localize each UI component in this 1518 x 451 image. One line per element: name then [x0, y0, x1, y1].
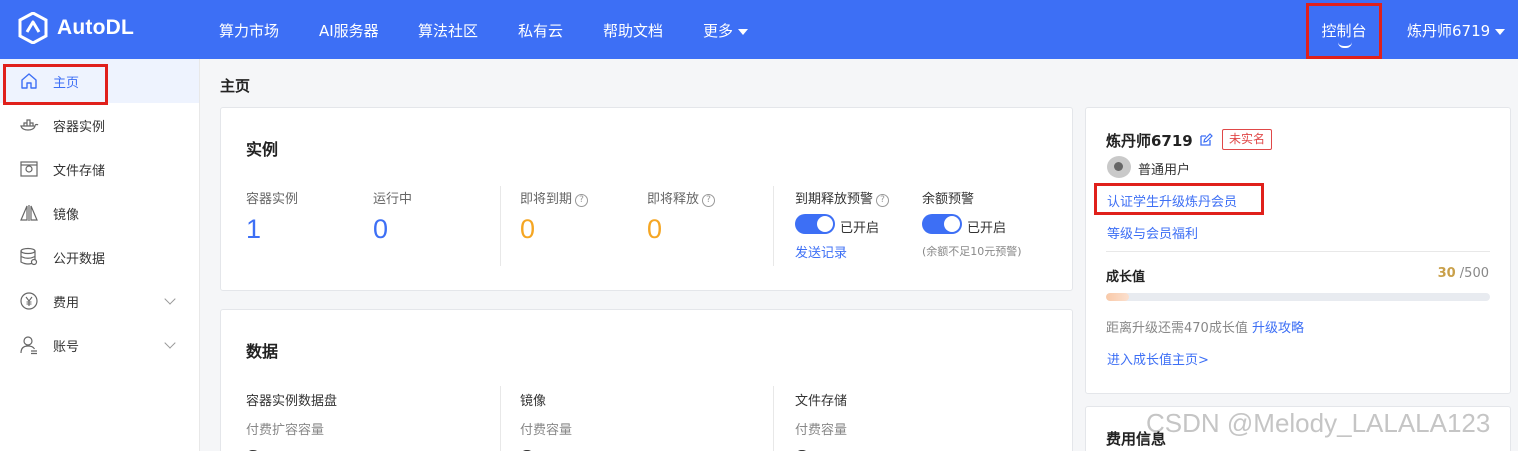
- page-title: 主页: [220, 77, 251, 95]
- yen-icon: [20, 292, 38, 310]
- nav-compute-market[interactable]: 算力市场: [219, 20, 279, 41]
- console-active-indicator-icon: [1338, 42, 1352, 48]
- instances-card: 实例 容器实例 1 运行中 0 即将到期? 0 即将释放? 0 到期释放预警? …: [220, 107, 1073, 291]
- sidebar-item-mirror[interactable]: 镜像: [0, 191, 199, 235]
- growth-current: 30: [1437, 266, 1456, 281]
- sidebar-item-file-storage[interactable]: 文件存储: [0, 147, 199, 191]
- release-alert-toggle[interactable]: [795, 214, 835, 234]
- mirror-icon: [20, 205, 38, 221]
- expiring-count-value[interactable]: 0: [520, 214, 535, 245]
- release-alert-label: 到期释放预警?: [795, 188, 890, 207]
- edit-icon[interactable]: [1199, 133, 1213, 147]
- sidebar-item-account[interactable]: 账号: [0, 323, 199, 367]
- watermark-text: CSDN @Melody_LALALA123: [1146, 408, 1491, 438]
- growth-home-link[interactable]: 进入成长值主页>: [1107, 349, 1209, 368]
- sidebar-item-label: 公开数据: [53, 251, 106, 267]
- divider: [773, 386, 774, 451]
- balance-alert-toggle[interactable]: [922, 214, 962, 234]
- data-card-title: 数据: [246, 342, 279, 361]
- user-level-avatar-icon: [1107, 156, 1131, 178]
- upgrade-guide-link[interactable]: 升级攻略: [1252, 321, 1304, 336]
- release-alert-state: 已开启: [840, 221, 880, 236]
- container-icon: [20, 119, 39, 131]
- caret-down-icon: [1495, 28, 1506, 35]
- sidebar-item-label: 文件存储: [53, 163, 106, 179]
- level-benefits-link[interactable]: 等级与会员福利: [1107, 223, 1198, 242]
- send-log-link[interactable]: 发送记录: [795, 242, 847, 261]
- autodl-logo[interactable]: AutoDL: [18, 12, 134, 44]
- sidebar-item-containers[interactable]: 容器实例: [0, 103, 199, 147]
- running-count-label: 运行中: [373, 192, 413, 207]
- data-card: 数据 容器实例数据盘 付费扩容容量 镜像 付费容量 文件存储 付费容量: [220, 309, 1073, 451]
- user-menu-dropdown[interactable]: 炼丹师6719: [1407, 20, 1506, 41]
- disk-label: 容器实例数据盘: [246, 394, 338, 409]
- releasing-label-text: 即将释放: [647, 192, 700, 207]
- running-count-value[interactable]: 0: [373, 214, 388, 245]
- expiring-label-text: 即将到期: [520, 192, 573, 207]
- balance-alert-state: 已开启: [967, 221, 1007, 236]
- growth-value: 30 /500: [1438, 266, 1489, 281]
- highlight-box-home: [3, 64, 108, 105]
- question-circle-icon[interactable]: ?: [575, 194, 589, 207]
- disk-sub-label: 付费扩容容量: [246, 423, 325, 438]
- upgrade-hint: 距离升级还需470成长值 升级攻略: [1106, 317, 1304, 336]
- upgrade-hint-text: 距离升级还需470成长值: [1106, 321, 1248, 336]
- caret-down-icon: [738, 28, 749, 35]
- balance-alert-note: (余额不足10元预警): [922, 245, 1022, 258]
- console-label: 控制台: [1321, 22, 1367, 40]
- nav-more-label: 更多: [703, 22, 734, 40]
- unverified-badge[interactable]: 未实名: [1222, 129, 1273, 150]
- top-navigation-bar: AutoDL 算力市场 AI服务器 算法社区 私有云 帮助文档 更多 控制台 炼…: [0, 0, 1518, 59]
- sidebar-item-label: 费用: [53, 295, 80, 311]
- chevron-down-icon: [164, 337, 176, 349]
- console-button[interactable]: 控制台: [1306, 3, 1382, 59]
- highlight-box-student-link: [1094, 183, 1264, 215]
- nav-help-docs[interactable]: 帮助文档: [603, 20, 663, 41]
- chevron-down-icon: [164, 293, 176, 305]
- releasing-count-value[interactable]: 0: [647, 214, 662, 245]
- autodl-logo-icon: [18, 12, 48, 44]
- nav-ai-server[interactable]: AI服务器: [319, 20, 379, 41]
- sidebar-item-label: 容器实例: [53, 119, 106, 135]
- divider: [500, 386, 501, 451]
- nav-more-dropdown[interactable]: 更多: [703, 20, 749, 41]
- sidebar-item-label: 账号: [53, 339, 80, 355]
- divider: [500, 186, 501, 266]
- storage-icon: [20, 161, 38, 177]
- mirror-sub-label: 付费容量: [520, 423, 573, 438]
- user-level-text: 普通用户: [1138, 163, 1191, 178]
- growth-total: /500: [1459, 266, 1489, 281]
- nav-algorithm-community[interactable]: 算法社区: [418, 20, 478, 41]
- storage-sub-label: 付费容量: [795, 423, 848, 438]
- question-circle-icon[interactable]: ?: [876, 194, 890, 207]
- nav-private-cloud[interactable]: 私有云: [518, 20, 563, 41]
- growth-label: 成长值: [1106, 270, 1146, 285]
- profile-username: 炼丹师6719: [1106, 132, 1193, 150]
- divider: [773, 186, 774, 266]
- sidebar-item-label: 镜像: [53, 207, 80, 223]
- sidebar: 主页 容器实例 文件存储 镜像 公开数据 费用 账号: [0, 59, 200, 451]
- user-menu-name: 炼丹师6719: [1407, 22, 1491, 40]
- storage-label: 文件存储: [795, 394, 848, 409]
- user-icon: [20, 336, 37, 355]
- balance-alert-label: 余额预警: [922, 192, 975, 207]
- expiring-count-label: 即将到期?: [520, 188, 589, 207]
- container-count-label: 容器实例: [246, 192, 299, 207]
- instances-card-title: 实例: [246, 140, 279, 159]
- sidebar-item-public-data[interactable]: 公开数据: [0, 235, 199, 279]
- divider: [1106, 251, 1490, 252]
- question-circle-icon[interactable]: ?: [702, 194, 716, 207]
- container-count-value[interactable]: 1: [246, 214, 261, 245]
- growth-progress-bar: [1106, 293, 1490, 301]
- growth-progress-fill: [1106, 293, 1130, 301]
- sidebar-item-billing[interactable]: 费用: [0, 279, 199, 323]
- releasing-count-label: 即将释放?: [647, 188, 716, 207]
- release-alert-label-text: 到期释放预警: [795, 192, 874, 207]
- database-icon: [20, 247, 38, 266]
- mirror-label: 镜像: [520, 394, 547, 409]
- brand-name: AutoDL: [57, 16, 135, 39]
